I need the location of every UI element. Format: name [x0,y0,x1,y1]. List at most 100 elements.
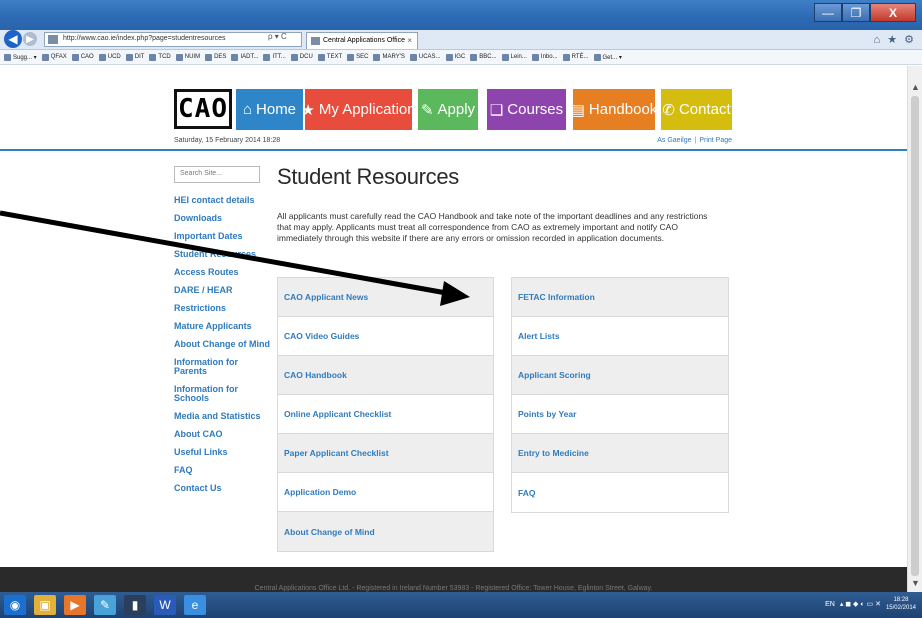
resource-link[interactable]: Online Applicant Checklist [278,395,493,434]
back-arrow-icon[interactable]: ◀ [4,30,22,48]
address-bar[interactable]: http://www.cao.ie/index.php?page=student… [44,32,302,47]
favorite-link[interactable]: TCD [149,53,171,61]
favorite-icon [531,53,539,61]
sidebar-item-contact-us[interactable]: Contact Us [174,484,274,493]
resource-link[interactable]: CAO Applicant News [278,278,493,317]
tab-close-icon[interactable]: × [407,36,412,45]
resource-link[interactable]: FETAC Information [512,278,728,317]
page-title: Student Resources [277,164,460,189]
vertical-scrollbar[interactable]: ▲ ▼ [907,66,922,592]
maximize-button[interactable]: ❐ [842,3,870,22]
sidebar-item-mature-applicants[interactable]: Mature Applicants [174,322,274,331]
tray-icons[interactable]: ▴ ◼ ◆ ◐ ▭ ✕ [840,600,881,608]
sidebar-item-faq[interactable]: FAQ [174,466,274,475]
resource-link[interactable]: Application Demo [278,473,493,512]
address-tools[interactable]: ρ ▾ C [268,32,287,41]
sidebar-item-information-for-schools[interactable]: Information for Schools [174,385,242,403]
edit-icon: ✎ [420,101,434,119]
resource-link[interactable]: Alert Lists [512,317,728,356]
nav-courses-button[interactable]: ❑ Courses [487,89,566,130]
favorite-link[interactable]: DES [205,53,226,61]
favorite-link[interactable]: UCD [98,53,121,61]
nav-apply-button[interactable]: ✎ Apply [418,89,478,130]
resource-link[interactable]: FAQ [512,473,728,512]
sidebar-item-important-dates[interactable]: Important Dates [174,232,274,241]
resource-link[interactable]: Entry to Medicine [512,434,728,473]
favorite-label: ITT... [272,54,286,60]
nav-home-button[interactable]: ⌂ Home [236,89,303,130]
favorite-link[interactable]: Lein... [501,53,527,61]
cao-logo[interactable]: CAO [174,89,232,129]
header-divider [0,149,907,151]
windows-taskbar: ◉ ▣ ▶ ✎ ▮ We EN ▴ ◼ ◆ ◐ ▭ ✕ 18:28 15/02/2014 [0,592,922,618]
resource-link[interactable]: Applicant Scoring [512,356,728,395]
sidebar-item-access-routes[interactable]: Access Routes [174,268,274,277]
favorite-link[interactable]: NUIM [175,53,200,61]
print-page-link[interactable]: Print Page [699,137,732,144]
sidebar-item-about-cao[interactable]: About CAO [174,430,274,439]
notebook-icon[interactable]: ▮ [124,595,146,615]
folder-icon[interactable]: ▣ [34,595,56,615]
favorite-link[interactable]: SEC [347,53,368,61]
favorite-link[interactable]: CAO [71,53,94,61]
favorite-link[interactable]: RTÉ... [562,53,589,61]
favorite-label: Lein... [510,54,527,60]
resource-link[interactable]: Paper Applicant Checklist [278,434,493,473]
word-icon[interactable]: W [154,595,176,615]
language-indicator[interactable]: EN [825,601,835,608]
resource-link[interactable]: About Change of Mind [278,512,493,551]
sidebar-item-downloads[interactable]: Downloads [174,214,274,223]
browser-tab[interactable]: Central Applications Office × [306,32,418,49]
scroll-thumb[interactable] [911,96,919,576]
sidebar-item-about-change-of-mind[interactable]: About Change of Mind [174,340,274,349]
paint-icon[interactable]: ✎ [94,595,116,615]
sidebar-item-dare-hear[interactable]: DARE / HEAR [174,286,274,295]
favorite-icon [149,53,157,61]
favorites-bar: Sugg... ▾ QFAX CAO UCD DIT TCD NUIM DES IADT... I… [0,50,922,65]
forward-arrow-icon[interactable]: ▶ [23,32,37,46]
media-player-icon[interactable]: ▶ [64,595,86,615]
favorite-link[interactable]: IGC [445,53,465,61]
close-button[interactable]: X [870,3,916,22]
favorite-link[interactable]: QFAX [41,53,67,61]
resource-link[interactable]: Points by Year [512,395,728,434]
gaeilge-link[interactable]: As Gaeilge [657,137,691,144]
nav-label: Apply [437,101,476,118]
header-date: Saturday, 15 February 2014 18:28 [174,137,281,144]
ie-icon[interactable]: e [184,595,206,615]
favorite-link[interactable]: Sugg... ▾ [4,53,37,61]
favorite-label: Sugg... ▾ [13,54,37,61]
right-links-column: FETAC Information Alert Lists Applicant Sc… [511,277,729,513]
favorite-link[interactable]: DIT [125,53,144,61]
favorite-icon [231,53,239,61]
favorite-link[interactable]: Inbo... [531,53,558,61]
search-input[interactable]: Search Site... [174,166,260,183]
clock[interactable]: 18:28 15/02/2014 [886,596,916,612]
minimize-button[interactable]: — [814,3,842,22]
start-orb-icon[interactable]: ◉ [4,595,26,615]
scroll-up-icon[interactable]: ▲ [911,82,920,92]
favorite-link[interactable]: TEXT [317,53,342,61]
favorite-link[interactable]: ITT... [263,53,286,61]
favorite-link[interactable]: Get... ▾ [593,53,622,61]
favorite-link[interactable]: UCAS... [409,53,441,61]
nav-contact-button[interactable]: ✆ Contact [661,89,732,130]
sidebar-item-information-for-parents[interactable]: Information for Parents [174,358,242,376]
sidebar-item-media-and-statistics[interactable]: Media and Statistics [174,412,274,421]
sidebar-item-useful-links[interactable]: Useful Links [174,448,274,457]
resource-link[interactable]: CAO Handbook [278,356,493,395]
nav-handbook-button[interactable]: ▤ Handbook [571,89,657,130]
favorite-link[interactable]: BBC... [470,53,497,61]
resource-link[interactable]: CAO Video Guides [278,317,493,356]
nav-my-application-button[interactable]: ★ My Application [301,89,416,130]
sidebar-item-hei-contact-details[interactable]: HEI contact details [174,196,274,205]
sidebar-nav: HEI contact details Downloads Important Da… [174,196,274,502]
scroll-down-icon[interactable]: ▼ [911,578,920,588]
favorite-icon [562,53,570,61]
favorite-link[interactable]: DCU [290,53,313,61]
sidebar-item-restrictions[interactable]: Restrictions [174,304,274,313]
favorite-link[interactable]: MARY'S [373,53,405,61]
sidebar-item-student-resources[interactable]: Student Resources [174,250,274,259]
favorite-link[interactable]: IADT... [231,53,258,61]
home-favorites-settings-icons[interactable]: ⌂ ★ ⚙ [874,33,916,46]
